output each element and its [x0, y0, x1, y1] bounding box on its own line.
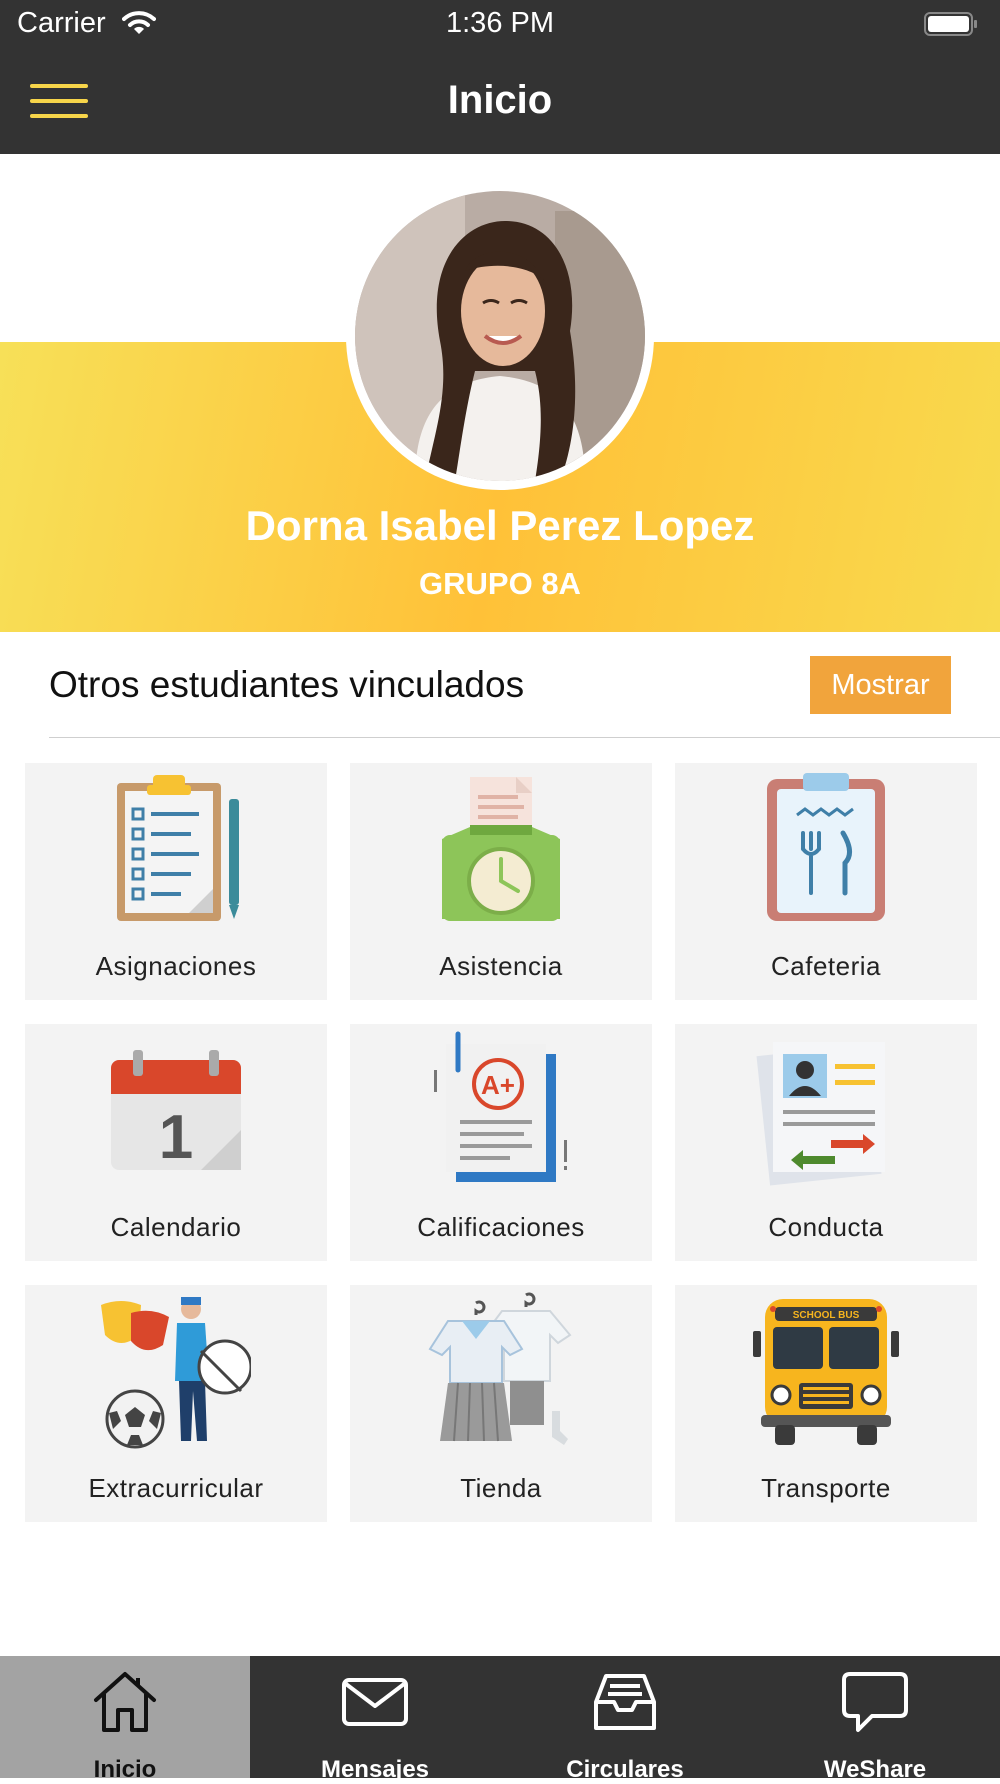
nav-bar: Inicio [0, 50, 1000, 154]
tab-label: WeShare [823, 1756, 927, 1783]
tile-cafeteria[interactable]: Cafeteria [675, 763, 977, 1000]
tile-label: Tienda [460, 1473, 542, 1503]
status-bar: Carrier 1:36 PM [0, 0, 1000, 50]
tile-calificaciones[interactable]: A+ Calificaciones [350, 1024, 652, 1261]
student-photo [355, 191, 645, 481]
time-clock-icon [442, 777, 560, 921]
tile-tienda[interactable]: Tienda [350, 1285, 652, 1522]
battery-icon [924, 12, 977, 36]
tile-label: Conducta [768, 1212, 884, 1242]
uniform-store-icon [428, 1292, 572, 1445]
tile-calendario[interactable]: 1 Calendario [25, 1024, 327, 1261]
tab-label: Circulares [566, 1756, 684, 1783]
calendar-icon: 1 [111, 1050, 241, 1172]
grade-report-icon: A+ [434, 1031, 567, 1182]
cafeteria-menu-icon [767, 773, 885, 921]
show-linked-button[interactable]: Mostrar [810, 656, 951, 714]
linked-students-label: Otros estudiantes vinculados [49, 664, 525, 705]
tab-mensajes[interactable]: Mensajes [250, 1656, 500, 1783]
avatar [346, 182, 654, 490]
svg-text:A+: A+ [481, 1070, 515, 1100]
tile-transporte[interactable]: SCHOOL BUS Transporte [675, 1285, 977, 1522]
home-icon [94, 1672, 156, 1732]
tile-asistencia[interactable]: Asistencia [350, 763, 652, 1000]
student-group: GRUPO 8A [419, 566, 581, 601]
svg-text:1: 1 [159, 1103, 193, 1172]
inbox-tray-icon [594, 1674, 656, 1730]
tab-label: Mensajes [320, 1756, 430, 1783]
tab-label: Inicio [93, 1756, 157, 1783]
tab-inicio[interactable]: Inicio [0, 1656, 250, 1783]
tile-conducta[interactable]: Conducta [675, 1024, 977, 1261]
tab-circulares[interactable]: Circulares [500, 1656, 750, 1783]
tile-label: Transporte [761, 1473, 891, 1503]
chat-bubble-icon [842, 1672, 908, 1732]
divider [49, 737, 1000, 738]
clock-time: 1:36 PM [446, 7, 554, 39]
svg-text:SCHOOL BUS: SCHOOL BUS [793, 1310, 860, 1321]
extracurricular-icon [101, 1297, 251, 1449]
clipboard-checklist-icon [117, 775, 239, 921]
tile-extracurricular[interactable]: Extracurricular [25, 1285, 327, 1522]
tile-label: Asistencia [439, 951, 563, 981]
tile-label: Asignaciones [95, 951, 257, 981]
tile-label: Cafeteria [771, 951, 881, 981]
tile-label: Calificaciones [417, 1212, 585, 1242]
tile-label: Calendario [110, 1212, 242, 1242]
page-title: Inicio [447, 78, 553, 122]
student-name: Dorna Isabel Perez Lopez [245, 502, 755, 549]
tile-asignaciones[interactable]: Asignaciones [25, 763, 327, 1000]
envelope-icon [342, 1678, 408, 1726]
tab-bar: Inicio Mensajes Circulares WeShare [0, 1656, 1000, 1783]
tile-label: Extracurricular [88, 1473, 264, 1503]
school-bus-icon: SCHOOL BUS [753, 1299, 899, 1445]
tab-weshare[interactable]: WeShare [750, 1656, 1000, 1783]
conduct-report-icon [756, 1042, 885, 1186]
